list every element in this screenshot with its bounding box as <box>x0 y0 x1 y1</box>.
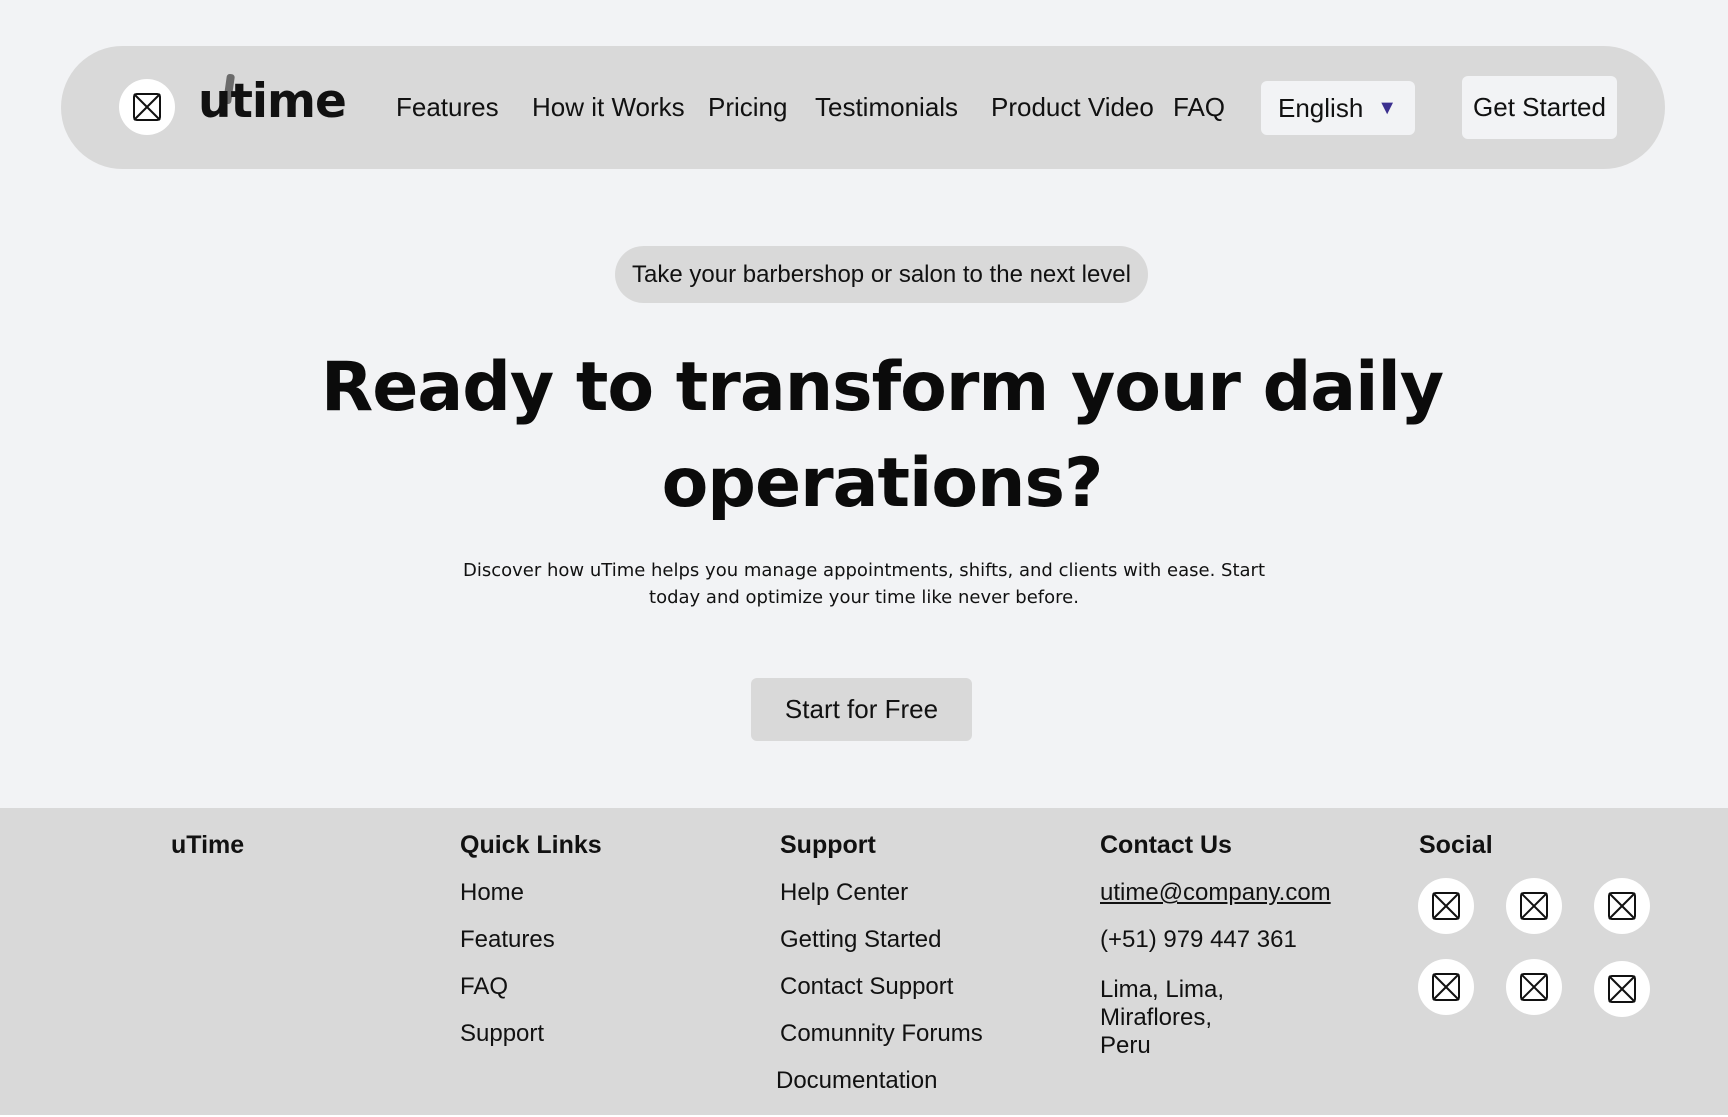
footer-link-getting-started[interactable]: Getting Started <box>780 926 941 954</box>
support-title: Support <box>780 831 876 859</box>
footer: uTime Quick Links Home Features FAQ Supp… <box>0 808 1728 1117</box>
social-placeholder-icon[interactable] <box>1594 878 1650 934</box>
footer-link-community-forums[interactable]: Comunnity Forums <box>780 1020 983 1048</box>
nav-link-product-video[interactable]: Product Video <box>991 92 1154 123</box>
social-placeholder-icon[interactable] <box>1418 959 1474 1015</box>
footer-link-documentation[interactable]: Documentation <box>776 1067 937 1095</box>
hero-subtext: Discover how uTime helps you manage appo… <box>462 560 1266 608</box>
footer-link-home[interactable]: Home <box>460 879 524 907</box>
logo-placeholder-icon[interactable] <box>119 79 175 135</box>
footer-link-help-center[interactable]: Help Center <box>780 879 908 907</box>
social-placeholder-icon[interactable] <box>1506 878 1562 934</box>
nav-link-faq[interactable]: FAQ <box>1173 92 1225 123</box>
social-placeholder-icon[interactable] <box>1594 961 1650 1017</box>
brand-logo[interactable]: utime <box>198 74 347 129</box>
nav-link-how-it-works[interactable]: How it Works <box>532 92 685 123</box>
footer-brand[interactable]: uTime <box>171 831 244 860</box>
footer-link-support[interactable]: Support <box>460 1020 544 1048</box>
contact-address: Lima, Lima, Miraflores, Peru <box>1100 976 1225 1059</box>
contact-phone: (+51) 979 447 361 <box>1100 926 1297 953</box>
footer-link-contact-support[interactable]: Contact Support <box>780 973 953 1001</box>
hero-headline-line1: Ready to transform your daily <box>320 348 1444 427</box>
contact-title: Contact Us <box>1100 831 1232 859</box>
hero-headline-line2: operations? <box>661 444 1104 523</box>
nav-link-pricing[interactable]: Pricing <box>708 92 787 123</box>
social-placeholder-icon[interactable] <box>1418 878 1474 934</box>
nav-link-features[interactable]: Features <box>396 92 499 123</box>
language-value: English <box>1278 92 1364 123</box>
social-placeholder-icon[interactable] <box>1506 959 1562 1015</box>
language-select[interactable]: English ▼ <box>1261 81 1415 135</box>
quick-links-title: Quick Links <box>460 831 602 859</box>
footer-link-features[interactable]: Features <box>460 926 555 954</box>
start-for-free-button[interactable]: Start for Free <box>751 678 972 741</box>
hero-badge: Take your barbershop or salon to the nex… <box>615 246 1148 303</box>
nav-link-testimonials[interactable]: Testimonials <box>815 92 958 123</box>
social-title: Social <box>1419 831 1493 859</box>
contact-email-link[interactable]: utime@company.com <box>1100 879 1331 907</box>
get-started-button[interactable]: Get Started <box>1462 76 1617 139</box>
top-navbar: utime Features How it Works Pricing Test… <box>61 46 1665 169</box>
footer-link-faq[interactable]: FAQ <box>460 973 508 1001</box>
hero-headline: Ready to transform your daily operations… <box>300 340 1464 532</box>
chevron-down-icon: ▼ <box>1377 97 1397 119</box>
